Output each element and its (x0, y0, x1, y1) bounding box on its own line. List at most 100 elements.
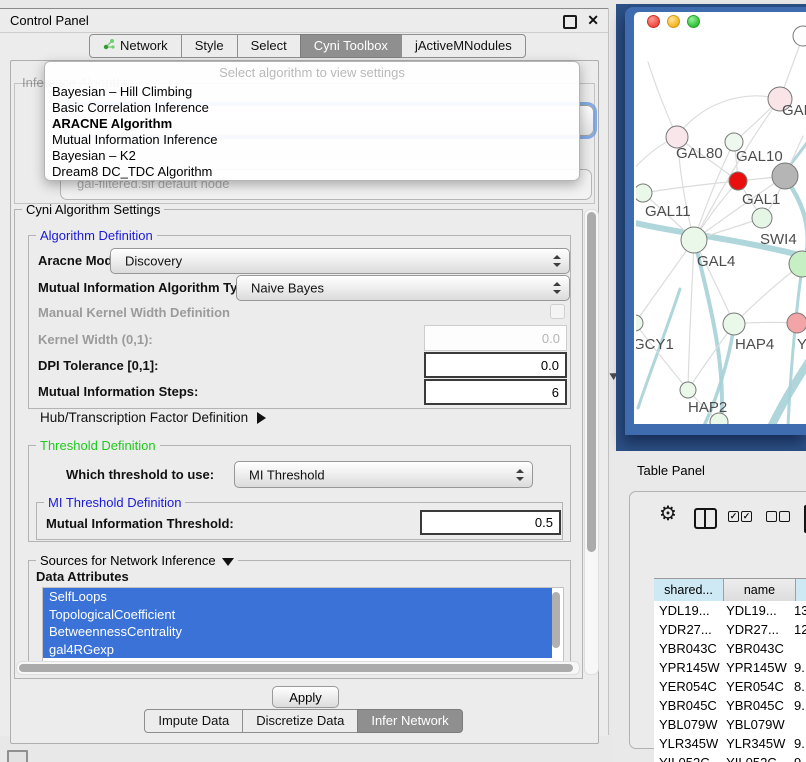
table-row[interactable]: YBL079WYBL079W (654, 715, 806, 734)
table-row[interactable]: YER054CYER054C8. (654, 677, 806, 696)
manual-kernel-checkbox[interactable] (550, 304, 565, 319)
attribute-item-gal4rgexp[interactable]: gal4RGexp (43, 641, 552, 659)
mi-type-combo[interactable]: Naive Bayes (236, 275, 570, 301)
which-threshold-label: Which threshold to use: (66, 467, 214, 482)
node-gcy1[interactable] (636, 315, 643, 331)
kernel-width-value: 0.0 (542, 331, 560, 346)
docked-panel-icon[interactable] (7, 750, 28, 762)
kernel-width-field[interactable]: 0.0 (424, 325, 567, 351)
stepper-icon (553, 255, 560, 267)
node-salmon[interactable] (787, 313, 806, 333)
table-row[interactable]: YDL19...YDL19...13 (654, 601, 806, 620)
column-header-shared[interactable]: shared... (654, 579, 724, 601)
apply-button[interactable]: Apply (272, 686, 339, 708)
node-hap2[interactable] (680, 382, 696, 398)
zoom-window-icon[interactable] (687, 15, 700, 28)
control-panel-tabs: Network Style SelectCyni ToolboxjActiveMNo… (90, 34, 526, 58)
table-panel-container: ⚙ ✓ ✓ shared...name YDL19...YDL19...13YD… (629, 491, 806, 749)
table-row[interactable]: YIL052CYIL052C9. (654, 753, 806, 762)
attribute-list-scrollbar[interactable] (552, 592, 560, 648)
which-threshold-value: MI Threshold (249, 467, 325, 482)
tab-select[interactable]: Select (237, 34, 301, 58)
node-gray[interactable] (772, 163, 798, 189)
table-row[interactable]: YBR043CYBR043C (654, 639, 806, 658)
table-row[interactable]: YLR345WYLR345W9. (654, 734, 806, 753)
tab-jactivemnodules[interactable]: jActiveMNodules (401, 34, 526, 58)
node-gal11[interactable] (636, 184, 652, 202)
node-label-gal1: GAL1 (742, 191, 780, 208)
panel-divider[interactable] (608, 8, 609, 735)
minimize-window-icon[interactable] (667, 15, 680, 28)
close-window-icon[interactable] (647, 15, 660, 28)
collapsed-arrow-icon (257, 412, 266, 424)
node-label-y: Y (797, 336, 806, 353)
aracne-mode-combo[interactable]: Discovery (110, 248, 570, 274)
table-row[interactable]: YPR145WYPR145W9. (654, 658, 806, 677)
table-cell: YBR043C (722, 639, 791, 658)
table-cell: YIL052C (722, 753, 791, 762)
node-label-gal10: GAL10 (736, 148, 783, 165)
threshold-definition-title: Threshold Definition (36, 438, 160, 453)
attribute-item-betweennesscentrality[interactable]: BetweennessCentrality (43, 623, 552, 641)
node-hap4[interactable] (723, 313, 745, 335)
settings-horizontal-scrollbar[interactable] (16, 661, 580, 675)
algorithm-option-aracne-algorithm[interactable]: ARACNE Algorithm (45, 116, 579, 132)
edge (688, 240, 694, 390)
which-threshold-combo[interactable]: MI Threshold (234, 461, 533, 488)
mi-steps-value: 6 (552, 385, 559, 400)
edge (636, 323, 688, 390)
mi-steps-label: Mutual Information Steps: (38, 384, 198, 399)
select-all-checkbox-icon: ✓ (741, 511, 752, 522)
table-cell (791, 639, 806, 658)
table-cell: 13 (791, 601, 806, 620)
algorithm-option-bayesian-hill-climbing[interactable]: Bayesian – Hill Climbing (45, 84, 579, 100)
network-icon (103, 35, 115, 57)
mi-threshold-label: Mutual Information Threshold: (46, 516, 234, 531)
column-header-name[interactable]: name (724, 579, 796, 601)
bottom-tab-label: Impute Data (158, 710, 229, 732)
edge (677, 96, 780, 137)
node-gal4[interactable] (681, 227, 707, 253)
table-cell: YBL079W (722, 715, 791, 734)
node-red[interactable] (729, 172, 747, 190)
settings-vertical-scrollbar[interactable] (584, 209, 599, 675)
dropdown-prompt: Select algorithm to view settings (45, 62, 579, 84)
table-row[interactable]: YBR045CYBR045C9. (654, 696, 806, 715)
node-label-hap4: HAP4 (735, 336, 774, 353)
tab-cyni-toolbox[interactable]: Cyni Toolbox (300, 34, 402, 58)
gear-icon[interactable]: ⚙ (659, 504, 677, 524)
bottom-tab-impute-data[interactable]: Impute Data (144, 709, 243, 733)
dpi-tolerance-field[interactable]: 0.0 (424, 352, 567, 378)
tab-network[interactable]: Network (89, 34, 182, 58)
algorithm-option-dream8-dc-tdc-algorithm[interactable]: Dream8 DC_TDC Algorithm (45, 164, 579, 180)
node-swi4[interactable] (752, 208, 772, 228)
close-icon[interactable]: ✕ (587, 12, 599, 29)
attribute-item-selfloops[interactable]: SelfLoops (43, 588, 552, 606)
node-top-partial[interactable] (793, 26, 806, 46)
algorithm-option-basic-correlation-inference[interactable]: Basic Correlation Inference (45, 100, 579, 116)
tab-label: Style (195, 35, 224, 57)
mi-steps-field[interactable]: 6 (424, 379, 567, 405)
algorithm-option-mutual-information-inference[interactable]: Mutual Information Inference (45, 132, 579, 148)
table-row[interactable]: YDR27...YDR27...12 (654, 620, 806, 639)
table-rows: YDL19...YDL19...13YDR27...YDR27...12YBR0… (654, 601, 806, 762)
algorithm-option-bayesian-k2[interactable]: Bayesian – K2 (45, 148, 579, 164)
float-panel-icon[interactable] (563, 15, 577, 29)
table-panel: Table Panel ⚙ ✓ ✓ shared...name YDL19...… (612, 451, 806, 762)
hub-definition-toggle[interactable]: Hub/Transcription Factor Definition (40, 410, 266, 425)
edge (636, 240, 694, 323)
mi-threshold-field[interactable]: 0.5 (420, 510, 561, 535)
columns-icon[interactable] (694, 508, 717, 529)
sources-toggle[interactable]: Sources for Network Inference (36, 553, 238, 568)
column-header-2[interactable] (796, 579, 806, 601)
deselect-all-checkbox-icon[interactable] (766, 511, 777, 522)
attribute-item-topologicalcoefficient[interactable]: TopologicalCoefficient (43, 606, 552, 624)
select-all-checkbox-icon[interactable]: ✓ (728, 511, 739, 522)
bottom-tab-discretize-data[interactable]: Discretize Data (242, 709, 358, 733)
bottom-tab-infer-network[interactable]: Infer Network (357, 709, 462, 733)
table-cell: YER054C (722, 677, 791, 696)
stepper-icon (553, 282, 560, 294)
tab-style[interactable]: Style (181, 34, 238, 58)
data-attributes-list: SelfLoopsTopologicalCoefficientBetweenne… (42, 587, 564, 662)
deselect-all-checkbox-icon (779, 511, 790, 522)
